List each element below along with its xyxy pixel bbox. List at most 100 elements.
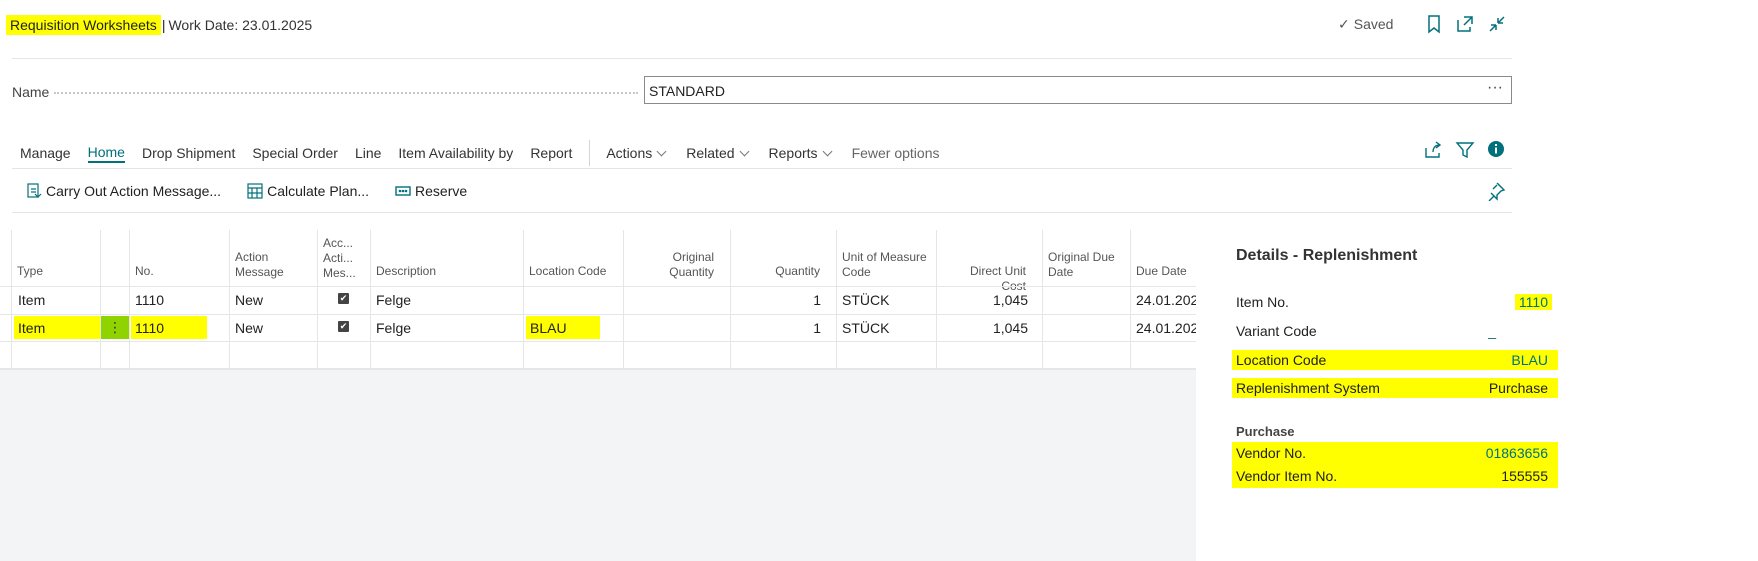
cell-action-message[interactable]: New (235, 292, 263, 308)
menu-reports[interactable]: Reports (769, 145, 835, 161)
cell-no[interactable]: 1110 (135, 320, 164, 336)
factbox-vendor-no: Vendor No. 01863656 (1232, 443, 1558, 463)
cell-type[interactable]: Item (18, 320, 45, 336)
accept-checkbox[interactable]: ✔ (338, 321, 349, 332)
menu-actions[interactable]: Actions (606, 145, 669, 161)
header-unit-of-measure-code[interactable]: Unit of Measure Code (842, 250, 927, 280)
cell-unit-of-measure[interactable]: STÜCK (842, 320, 889, 336)
chevron-down-icon (739, 146, 749, 157)
header-original-quantity[interactable]: Original Quantity (629, 250, 714, 280)
name-label: Name (12, 84, 50, 100)
factbox-title: Details - Replenishment (1236, 247, 1418, 264)
header-type[interactable]: Type (17, 264, 43, 279)
row-actions-menu-icon[interactable]: ⋮ (101, 316, 129, 339)
cell-description[interactable]: Felge (376, 292, 411, 308)
reserve-button[interactable]: Reserve (395, 183, 467, 199)
vendor-no-label: Vendor No. (1236, 445, 1307, 461)
calculate-plan-label: Calculate Plan... (267, 183, 370, 199)
page-title: Requisition Worksheets (6, 15, 161, 35)
cell-direct-unit-cost[interactable]: 1,045 (942, 292, 1028, 308)
tab-report[interactable]: Report (530, 145, 572, 161)
lookup-button[interactable]: ··· (1487, 79, 1503, 97)
vendor-item-no-value: 155555 (1501, 468, 1548, 484)
action-bar-separator (589, 140, 591, 166)
info-icon[interactable] (1486, 139, 1508, 161)
menu-actions-label: Actions (606, 145, 653, 161)
tab-line[interactable]: Line (355, 145, 381, 161)
menu-related[interactable]: Related (686, 145, 751, 161)
header-action-message[interactable]: Action Message (235, 250, 305, 280)
factbox-variant-code: Variant Code _ (1232, 321, 1558, 341)
action-bar-divider (12, 168, 1512, 169)
tab-special-order[interactable]: Special Order (252, 145, 338, 161)
cell-no[interactable]: 1110 (135, 292, 164, 308)
sub-actions-divider (12, 212, 1512, 213)
header-description[interactable]: Description (376, 264, 436, 279)
header-accept-action-message[interactable]: Acc... Acti... Mes... (323, 236, 357, 281)
tab-item-availability-by[interactable]: Item Availability by (398, 145, 513, 161)
location-code-value[interactable]: BLAU (1511, 352, 1548, 368)
grid-empty-area (0, 369, 1196, 561)
name-value: STANDARD (649, 83, 725, 99)
item-no-value[interactable]: 1110 (1514, 294, 1552, 310)
page-header: Requisition Worksheets | Work Date: 23.0… (0, 14, 312, 36)
factbox-location-code: Location Code BLAU (1232, 350, 1558, 370)
fewer-options-button[interactable]: Fewer options (852, 145, 940, 161)
header-no[interactable]: No. (135, 264, 154, 279)
header-location-code[interactable]: Location Code (529, 264, 606, 279)
name-dotted-leader (54, 92, 638, 94)
name-input[interactable]: STANDARD ··· (644, 76, 1512, 104)
vendor-item-no-label: Vendor Item No. (1236, 468, 1338, 484)
header-quantity[interactable]: Quantity (736, 264, 820, 279)
share-icon[interactable] (1423, 140, 1445, 162)
open-new-window-icon[interactable] (1455, 14, 1477, 36)
bookmark-icon[interactable] (1424, 14, 1446, 36)
variant-code-label: Variant Code (1236, 323, 1317, 339)
calculate-plan-icon (247, 183, 263, 199)
cell-description[interactable]: Felge (376, 320, 411, 336)
item-no-label: Item No. (1236, 294, 1289, 310)
table-row[interactable]: Item 1110 New ✔ Felge 1 STÜCK 1,045 24.0… (0, 286, 1196, 313)
table-row-selected[interactable]: Item ⋮ 1110 New ✔ Felge BLAU 1 STÜCK 1,0… (0, 314, 1196, 341)
worksheet-grid: Type No. Action Message Acc... Acti... M… (0, 230, 1196, 369)
tab-home[interactable]: Home (87, 144, 125, 163)
menu-reports-label: Reports (768, 145, 818, 161)
factbox-replenishment-system: Replenishment System Purchase (1232, 378, 1558, 398)
pin-icon[interactable] (1486, 181, 1508, 203)
location-code-label: Location Code (1236, 352, 1327, 368)
accept-checkbox[interactable]: ✔ (338, 293, 349, 304)
tab-drop-shipment[interactable]: Drop Shipment (142, 145, 235, 161)
cell-due-date[interactable]: 24.01.2025 (1136, 292, 1196, 308)
cell-unit-of-measure[interactable]: STÜCK (842, 292, 889, 308)
chevron-down-icon (822, 146, 833, 157)
factbox-vendor-item-no: Vendor Item No. 155555 (1232, 466, 1558, 486)
variant-code-value[interactable]: _ (1488, 323, 1496, 339)
carry-out-icon (27, 183, 42, 198)
saved-label: Saved (1353, 16, 1394, 32)
purchase-section-heading: Purchase (1236, 424, 1295, 439)
cell-quantity[interactable]: 1 (736, 292, 821, 308)
cell-location-code[interactable]: BLAU (530, 320, 567, 336)
carry-out-action-message-button[interactable]: Carry Out Action Message... (26, 183, 221, 199)
saved-status: ✓ Saved (1338, 16, 1393, 33)
cell-type[interactable]: Item (18, 292, 45, 308)
cell-due-date[interactable]: 24.01.2025 (1136, 320, 1196, 336)
tab-manage[interactable]: Manage (20, 145, 71, 161)
calculate-plan-button[interactable]: Calculate Plan... (247, 183, 369, 199)
collapse-icon[interactable] (1487, 14, 1509, 36)
cell-direct-unit-cost[interactable]: 1,045 (942, 320, 1028, 336)
factbox-item-no: Item No. 1110 (1232, 292, 1558, 312)
vendor-no-value[interactable]: 01863656 (1486, 445, 1548, 461)
header-due-date[interactable]: Due Date (1136, 264, 1187, 279)
cell-action-message[interactable]: New (235, 320, 263, 336)
replenishment-system-label: Replenishment System (1236, 380, 1380, 396)
reserve-label: Reserve (415, 183, 468, 199)
menu-related-label: Related (686, 145, 735, 161)
filter-icon[interactable] (1455, 140, 1477, 162)
table-row-empty[interactable] (0, 341, 1196, 368)
carry-out-action-message-label: Carry Out Action Message... (46, 183, 222, 199)
header-original-due-date[interactable]: Original Due Date (1048, 250, 1126, 280)
cell-quantity[interactable]: 1 (736, 320, 821, 336)
action-bar: Manage Home Drop Shipment Special Order … (20, 140, 957, 166)
replenishment-system-value: Purchase (1488, 380, 1548, 396)
